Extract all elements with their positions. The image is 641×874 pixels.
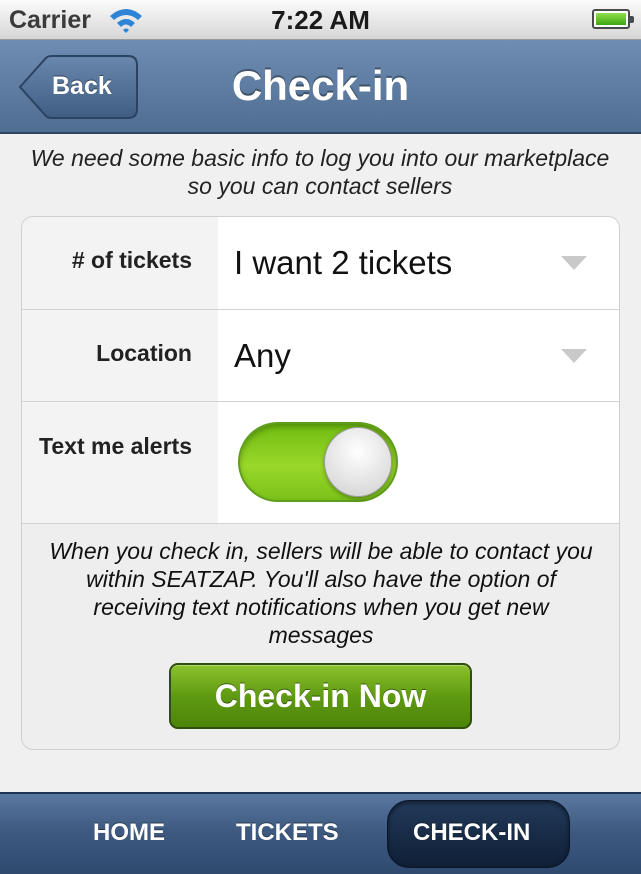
- tickets-label: # of tickets: [22, 217, 218, 309]
- alerts-toggle[interactable]: [238, 422, 398, 502]
- location-label: Location: [22, 310, 218, 401]
- alerts-row: Text me alerts: [22, 402, 619, 524]
- tab-tickets[interactable]: TICKETS: [236, 819, 339, 847]
- dropdown-arrow-icon: [561, 349, 587, 363]
- tickets-select-value: I want 2 tickets: [234, 244, 453, 281]
- tickets-row: # of tickets I want 2 tickets: [22, 217, 619, 310]
- battery-icon: [592, 9, 634, 29]
- page-title: Check-in: [0, 62, 641, 110]
- location-row: Location Any: [22, 310, 619, 402]
- status-bar: Carrier 7:22 AM: [0, 0, 641, 40]
- info-text: When you check in, sellers will be able …: [49, 538, 593, 648]
- checkin-form-card: # of tickets I want 2 tickets Location A…: [21, 216, 620, 750]
- alerts-toggle-cell: [218, 402, 619, 523]
- alerts-label: Text me alerts: [22, 402, 218, 523]
- tab-bar: HOME TICKETS CHECK-IN: [0, 792, 641, 874]
- tab-check-in[interactable]: CHECK-IN: [413, 819, 530, 847]
- dropdown-arrow-icon: [561, 256, 587, 270]
- location-select-value: Any: [234, 337, 291, 374]
- navigation-bar: Back Check-in: [0, 40, 641, 134]
- page-title-text: Check-in: [231, 62, 410, 109]
- location-select[interactable]: Any: [218, 310, 619, 401]
- checkin-now-button[interactable]: Check-in Now: [169, 663, 472, 729]
- status-time: 7:22 AM: [271, 5, 370, 35]
- toggle-knob[interactable]: [324, 427, 392, 497]
- tab-home[interactable]: HOME: [93, 819, 165, 847]
- tickets-select[interactable]: I want 2 tickets: [218, 217, 619, 309]
- intro-text: We need some basic info to log you into …: [30, 145, 610, 199]
